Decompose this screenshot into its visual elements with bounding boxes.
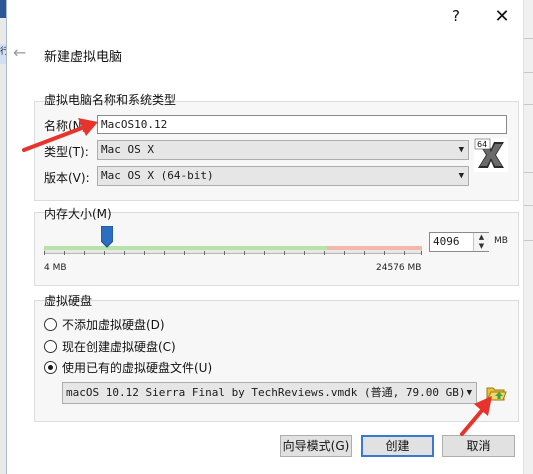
create-button[interactable]: 创建 [361, 435, 434, 457]
chevron-down-icon: ▼ [458, 145, 464, 155]
memory-stepper[interactable]: ▲ ▼ [473, 233, 489, 251]
memory-unit-label: MB [494, 236, 508, 246]
memory-min-label: 4 MB [44, 263, 67, 273]
background-window-right [523, 0, 533, 474]
annotation-arrow-icon [460, 396, 492, 436]
memory-max-label: 24576 MB [376, 263, 422, 273]
os-icon-badge: 64 [477, 140, 487, 149]
background-divider [524, 38, 533, 39]
background-divider [524, 104, 533, 105]
radio-button-checked[interactable] [44, 360, 57, 374]
type-select[interactable]: Mac OS X ▼ [97, 140, 469, 160]
radio-button[interactable] [44, 339, 57, 353]
radio-create-disk-label: 现在创建虚拟硬盘(C) [62, 339, 176, 354]
memory-group-title: 内存大小(M) [44, 207, 112, 221]
background-divider [524, 172, 533, 173]
disk-file-select[interactable]: macOS 10.12 Sierra Final by TechReviews.… [62, 382, 477, 404]
memory-slider-safe-range [44, 246, 327, 250]
dialog-title: 新建虚拟电脑 [44, 50, 123, 65]
version-select-value: Mac OS X (64-bit) [101, 169, 214, 182]
version-select[interactable]: Mac OS X (64-bit) ▼ [97, 166, 469, 186]
chevron-down-icon: ▼ [458, 171, 464, 181]
dialog-left-border [6, 0, 7, 474]
radio-create-disk[interactable]: 现在创建虚拟硬盘(C) [44, 337, 176, 355]
guided-mode-button[interactable]: 向导模式(G) [280, 435, 352, 457]
background-divider [524, 205, 533, 206]
radio-no-disk[interactable]: 不添加虚拟硬盘(D) [44, 315, 165, 333]
type-select-value: Mac OS X [101, 143, 154, 156]
close-button[interactable]: ✕ [479, 0, 525, 32]
background-divider [524, 240, 533, 241]
memory-slider-ticks [44, 251, 422, 255]
radio-no-disk-label: 不添加虚拟硬盘(D) [62, 317, 165, 332]
version-label: 版本(V): [44, 171, 90, 185]
mac-os-x-icon: 64 [474, 138, 508, 172]
hard-disk-group-title: 虚拟硬盘 [44, 294, 93, 308]
name-group-title: 虚拟电脑名称和系统类型 [44, 93, 177, 107]
memory-slider-handle[interactable] [101, 226, 114, 248]
name-input[interactable]: MacOS10.12 [97, 115, 507, 134]
background-divider [524, 72, 533, 73]
annotation-arrow-icon [22, 118, 98, 152]
radio-button[interactable] [44, 317, 57, 331]
radio-use-existing-disk[interactable]: 使用已有的虚拟硬盘文件(U) [44, 358, 212, 376]
arrow-left-icon[interactable]: ← [13, 43, 26, 62]
radio-use-existing-disk-label: 使用已有的虚拟硬盘文件(U) [62, 360, 213, 375]
memory-slider-warning-range [327, 246, 422, 250]
disk-file-value: macOS 10.12 Sierra Final by TechReviews.… [66, 386, 466, 399]
help-button[interactable]: ? [433, 0, 479, 32]
